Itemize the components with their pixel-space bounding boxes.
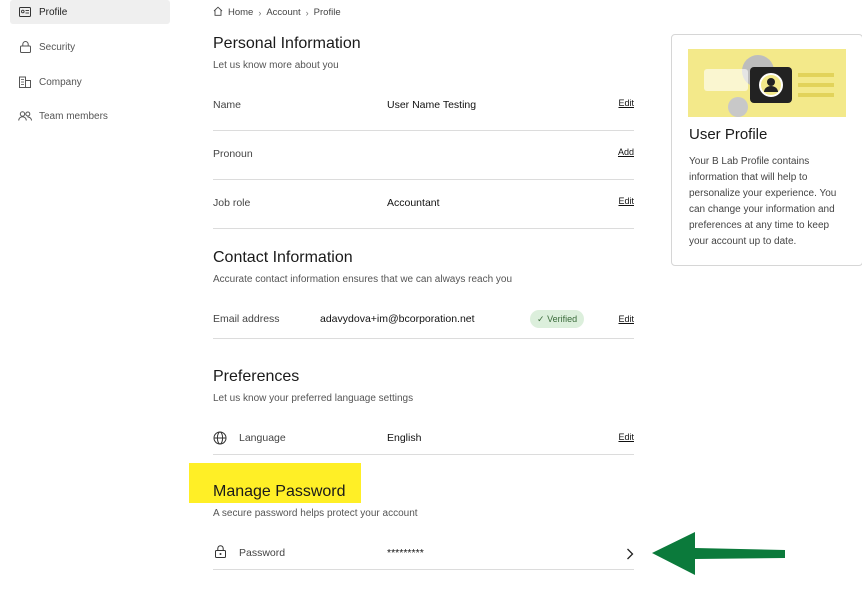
sidebar: Profile Security Company Team members	[0, 0, 180, 616]
language-value: English	[387, 432, 422, 444]
sidebar-item-team-members[interactable]: Team members	[10, 104, 170, 128]
job-role-label: Job role	[213, 197, 251, 209]
email-label: Email address	[213, 313, 280, 325]
globe-icon	[213, 431, 227, 450]
edit-name-link[interactable]: Edit	[618, 98, 634, 108]
edit-language-link[interactable]: Edit	[618, 432, 634, 442]
chevron-right-icon[interactable]	[626, 547, 634, 565]
breadcrumb-account[interactable]: Account	[266, 7, 300, 18]
id-card-icon	[18, 5, 32, 19]
chevron-right-icon: ›	[258, 7, 262, 18]
job-role-row: Job role Accountant Edit	[213, 179, 634, 229]
sidebar-item-label: Company	[39, 76, 82, 88]
password-value: *********	[387, 547, 424, 559]
add-pronoun-link[interactable]: Add	[618, 147, 634, 157]
email-row: Email address adavydova+im@bcorporation.…	[213, 296, 634, 339]
card-body: Your B Lab Profile contains information …	[689, 156, 837, 247]
lock-icon	[215, 545, 226, 563]
manage-password-title: Manage Password	[213, 483, 346, 500]
check-icon: ✓	[537, 314, 545, 324]
sidebar-item-label: Team members	[39, 110, 108, 122]
personal-info-subtitle: Let us know more about you	[213, 60, 339, 71]
annotation-arrow-icon	[652, 532, 785, 575]
preferences-title: Preferences	[213, 368, 300, 385]
sidebar-item-label: Security	[39, 41, 76, 53]
contact-info-title: Contact Information	[213, 249, 353, 266]
name-value: User Name Testing	[387, 99, 477, 111]
language-label: Language	[239, 432, 286, 444]
lock-icon	[18, 40, 32, 54]
user-profile-card: User Profile Your B Lab Profile contains…	[671, 34, 862, 266]
sidebar-item-profile[interactable]: Profile	[10, 0, 170, 24]
pronoun-row: Pronoun Add	[213, 130, 634, 180]
pronoun-label: Pronoun	[213, 148, 253, 160]
language-row: Language English Edit	[213, 414, 634, 455]
verified-label: Verified	[547, 314, 578, 324]
breadcrumb-profile: Profile	[313, 7, 341, 18]
name-row: Name User Name Testing Edit	[213, 81, 634, 131]
manage-password-subtitle: A secure password helps protect your acc…	[213, 508, 418, 519]
sidebar-item-label: Profile	[39, 6, 68, 18]
chevron-right-icon: ›	[305, 7, 309, 18]
name-label: Name	[213, 99, 242, 111]
job-role-value: Accountant	[387, 197, 440, 209]
people-icon	[18, 109, 32, 123]
sidebar-item-security[interactable]: Security	[10, 35, 170, 59]
verified-badge: ✓ Verified	[530, 310, 585, 328]
profile-illustration-icon	[688, 49, 846, 117]
email-value: adavydova+im@bcorporation.net	[320, 313, 475, 325]
breadcrumb: Home › Account › Profile	[213, 6, 341, 19]
password-label: Password	[239, 547, 286, 559]
building-icon	[18, 75, 32, 89]
breadcrumb-home[interactable]: Home	[228, 7, 253, 18]
edit-job-role-link[interactable]: Edit	[618, 196, 634, 206]
preferences-subtitle: Let us know your preferred language sett…	[213, 393, 414, 404]
edit-email-link[interactable]: Edit	[618, 314, 634, 324]
contact-info-subtitle: Accurate contact information ensures tha…	[213, 274, 513, 285]
card-title: User Profile	[689, 126, 768, 143]
password-row[interactable]: Password *********	[213, 530, 634, 570]
sidebar-item-company[interactable]: Company	[10, 70, 170, 94]
home-icon[interactable]	[213, 6, 223, 19]
personal-info-title: Personal Information	[213, 35, 361, 52]
